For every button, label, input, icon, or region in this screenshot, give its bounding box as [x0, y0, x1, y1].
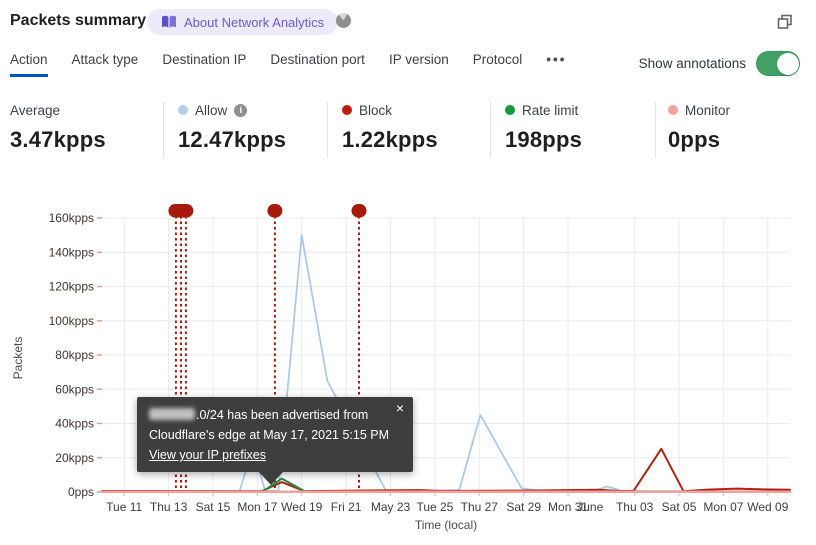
- monitor-legend-dot: [668, 105, 678, 115]
- dimension-tabs: Action Attack type Destination IP Destin…: [10, 52, 566, 79]
- x-tick-label: Mon 17: [237, 500, 277, 514]
- block-legend-dot: [342, 105, 352, 115]
- annotation-marker[interactable]: [168, 204, 194, 218]
- usage-donut-icon[interactable]: [336, 13, 351, 28]
- x-tick-label: Fri 21: [331, 500, 362, 514]
- stat-monitor-label: Monitor: [685, 102, 731, 118]
- x-tick-label: Wed 09: [747, 500, 788, 514]
- x-tick-label: Thu 13: [150, 500, 188, 514]
- about-network-analytics-badge[interactable]: About Network Analytics: [147, 9, 339, 35]
- tab-destination-port[interactable]: Destination port: [270, 52, 365, 79]
- x-tick-label: Wed 19: [281, 500, 322, 514]
- stat-average-value: 3.47kpps: [10, 127, 106, 152]
- stat-divider: [327, 102, 328, 158]
- info-icon[interactable]: i: [234, 103, 248, 117]
- redacted-prefix: [149, 408, 195, 420]
- x-tick-label: Mon 07: [703, 500, 743, 514]
- tooltip-line-2: Cloudflare's edge at May 17, 2021 5:15 P…: [149, 428, 390, 442]
- x-tick-label: Thu 27: [461, 500, 499, 514]
- y-tick-label: 40kpps: [55, 417, 94, 431]
- tab-protocol[interactable]: Protocol: [473, 52, 523, 79]
- tab-action[interactable]: Action: [10, 52, 48, 79]
- stat-divider: [490, 102, 491, 158]
- close-icon[interactable]: ×: [396, 401, 404, 415]
- stat-block: Block 1.22kpps: [342, 101, 438, 153]
- y-tick-label: 80kpps: [55, 348, 94, 362]
- stat-rate-limit: Rate limit 198pps: [505, 101, 582, 153]
- show-annotations-toggle[interactable]: [756, 51, 800, 76]
- stat-allow-value: 12.47kpps: [178, 127, 287, 152]
- x-tick-label: Tue 25: [416, 500, 453, 514]
- stat-block-value: 1.22kpps: [342, 127, 438, 152]
- stat-monitor: Monitor 0pps: [668, 101, 730, 153]
- rate-limit-legend-dot: [505, 105, 515, 115]
- tab-attack-type[interactable]: Attack type: [72, 52, 139, 79]
- y-tick-label: 160kpps: [49, 211, 94, 225]
- annotation-marker[interactable]: [267, 204, 283, 218]
- stat-divider: [655, 102, 656, 158]
- toggle-knob: [776, 52, 799, 75]
- x-axis-title: Time (local): [415, 518, 477, 532]
- stat-average: Average 3.47kpps: [10, 101, 106, 153]
- x-tick-label: Sat 15: [196, 500, 231, 514]
- y-tick-label: 0pps: [68, 485, 94, 499]
- y-tick-label: 100kpps: [49, 314, 94, 328]
- x-tick-label: Tue 11: [106, 500, 142, 514]
- y-axis-title: Packets: [11, 337, 25, 380]
- tab-destination-ip[interactable]: Destination IP: [162, 52, 246, 79]
- show-annotations-control: Show annotations: [639, 51, 800, 76]
- x-tick-label: Sat 29: [506, 500, 541, 514]
- y-tick-label: 60kpps: [55, 382, 94, 396]
- stat-monitor-value: 0pps: [668, 127, 721, 152]
- annotation-marker[interactable]: [351, 204, 367, 218]
- tooltip-line-1: .0/24 has been advertised from: [149, 405, 401, 425]
- stat-average-label: Average: [10, 102, 61, 118]
- tab-ip-version[interactable]: IP version: [389, 52, 449, 79]
- network-analytics-panel: Packets summary About Network Analytics …: [0, 0, 816, 545]
- x-tick-label: June: [577, 500, 603, 514]
- y-tick-label: 20kpps: [55, 451, 94, 465]
- badge-label: About Network Analytics: [184, 14, 325, 30]
- stat-allow: Allow i 12.47kpps: [178, 101, 286, 153]
- annotation-tooltip: × .0/24 has been advertised from Cloudfl…: [137, 397, 413, 485]
- stat-allow-label: Allow: [195, 102, 228, 118]
- x-tick-label: Thu 03: [616, 500, 654, 514]
- book-icon: [161, 15, 177, 29]
- page-title: Packets summary: [10, 12, 147, 29]
- stat-block-label: Block: [359, 102, 393, 118]
- x-tick-label: Sat 05: [662, 500, 697, 514]
- stat-divider: [163, 102, 164, 158]
- allow-legend-dot: [178, 105, 188, 115]
- view-ip-prefixes-link[interactable]: View your IP prefixes: [149, 448, 266, 462]
- popout-icon[interactable]: [776, 13, 794, 31]
- packets-timeseries-chart: 0pps 20kpps 40kpps 60kpps 80kpps 100kpps 120kp…: [11, 204, 792, 532]
- y-tick-label: 120kpps: [49, 280, 94, 294]
- stat-rate-limit-value: 198pps: [505, 127, 583, 152]
- tabs-more-button[interactable]: •••: [546, 52, 566, 79]
- stat-rate-limit-label: Rate limit: [522, 102, 579, 118]
- y-tick-label: 140kpps: [49, 245, 94, 259]
- show-annotations-label: Show annotations: [638, 56, 746, 71]
- x-tick-label: May 23: [371, 500, 411, 514]
